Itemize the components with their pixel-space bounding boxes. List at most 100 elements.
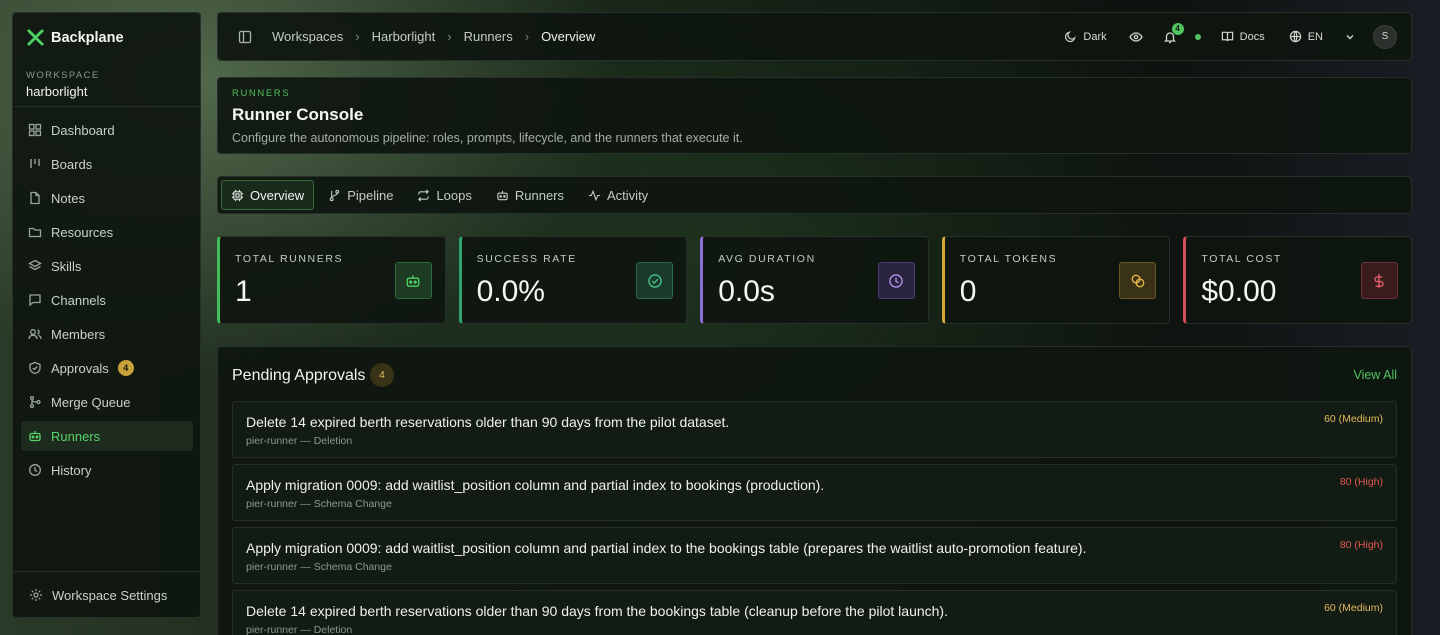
notification-count-badge: 4 [1171,22,1184,35]
dollar-icon [1360,262,1398,299]
approval-item[interactable]: Delete 14 expired berth reservations old… [232,401,1397,458]
sidebar-item-label: Members [51,326,106,342]
message-icon [28,293,42,307]
stat-value: 0.0% [476,275,545,308]
eye-icon[interactable] [1128,30,1143,44]
page-title: Runner Console [232,105,364,124]
language-selector[interactable]: EN [1289,30,1323,43]
breadcrumb-harborlight[interactable]: Harborlight [372,29,436,44]
topbar: Workspaces › Harborlight › Runners › Ove… [217,12,1412,61]
breadcrumb-overview: Overview [541,29,596,44]
file-icon [28,191,42,205]
stat-label: AVG DURATION [718,253,816,265]
breadcrumb-separator-icon: › [447,29,452,44]
approval-description: Apply migration 0009: add waitlist_posit… [246,540,1087,556]
workspace-label: WORKSPACE [26,70,100,81]
tab-pipeline[interactable]: Pipeline [318,180,403,210]
stat-card-avg-duration: AVG DURATION 0.0s [700,236,929,324]
sidebar-item-boards[interactable]: Boards [21,149,193,179]
folder-icon [28,225,42,239]
tab-loops[interactable]: Loops [407,180,481,210]
robot-icon [28,429,42,443]
sidebar-item-resources[interactable]: Resources [21,217,193,247]
sidebar-toggle-icon[interactable] [238,30,252,44]
sidebar-item-label: History [51,462,92,478]
stat-card-total-cost: TOTAL COST $0.00 [1183,236,1412,324]
docs-button[interactable]: Docs [1221,30,1265,43]
sidebar-item-merge-queue[interactable]: Merge Queue [21,387,193,417]
sidebar-item-skills[interactable]: Skills [21,251,193,281]
globe-icon [1289,30,1302,43]
approvals-list: Delete 14 expired berth reservations old… [232,401,1397,635]
risk-badge: 80 (High) [1339,539,1383,551]
view-all-link[interactable]: View All [1353,368,1397,382]
shield-check-icon [28,361,42,375]
breadcrumb-workspaces[interactable]: Workspaces [272,29,343,44]
git-merge-icon [28,395,42,409]
sidebar-item-label: Notes [51,190,85,206]
approval-description: Apply migration 0009: add waitlist_posit… [246,477,825,493]
stat-label: TOTAL COST [1201,253,1282,265]
tab-label: Overview [250,187,305,203]
stat-value: $0.00 [1201,275,1277,308]
pending-approvals-count-badge: 4 [370,363,394,387]
tab-label: Pipeline [347,187,394,203]
workspace-settings-label: Workspace Settings [52,587,168,603]
language-label: EN [1307,30,1323,43]
sidebar-item-runners[interactable]: Runners [21,421,193,451]
brand-name: Backplane [51,29,124,46]
cpu-icon [231,189,244,202]
workspace-name[interactable]: harborlight [26,84,87,99]
repeat-icon [417,189,430,202]
risk-badge: 80 (High) [1339,476,1383,488]
avatar[interactable]: S [1373,24,1397,49]
sidebar-nav: Dashboard Boards Notes Resources Skills … [21,115,193,489]
sidebar-item-label: Merge Queue [51,394,131,410]
clock-icon [877,262,915,299]
stat-value: 0.0s [718,275,775,308]
book-icon [1221,30,1234,43]
tab-activity[interactable]: Activity [578,180,658,210]
check-circle-icon [636,262,674,299]
gear-icon [29,588,43,602]
stat-value: 0 [959,275,977,308]
page-eyebrow: RUNNERS [232,88,291,99]
approval-item[interactable]: Apply migration 0009: add waitlist_posit… [232,464,1397,521]
stat-value: 1 [235,275,252,308]
sidebar-divider [13,106,200,107]
sidebar-item-label: Runners [51,428,101,444]
approval-item[interactable]: Apply migration 0009: add waitlist_posit… [232,527,1397,584]
stat-label: TOTAL TOKENS [959,253,1058,265]
tab-overview[interactable]: Overview [221,180,315,210]
chevron-down-icon[interactable] [1345,32,1355,42]
stat-card-total-runners: TOTAL RUNNERS 1 [217,236,446,324]
sidebar: Backplane WORKSPACE harborlight Dashboar… [12,12,201,618]
approval-meta: pier-runner — Deletion [246,624,353,635]
robot-icon [394,262,432,299]
sidebar-item-history[interactable]: History [21,455,193,485]
approval-meta: pier-runner — Schema Change [246,498,392,510]
notifications-button[interactable]: 4 [1163,22,1184,44]
stat-card-success-rate: SUCCESS RATE 0.0% [458,236,688,324]
sidebar-item-approvals[interactable]: Approvals 4 [21,353,193,383]
workspace-settings-link[interactable]: Workspace Settings [22,580,192,610]
theme-toggle-button[interactable]: Dark [1064,30,1107,43]
approval-description: Delete 14 expired berth reservations old… [246,603,948,619]
sidebar-item-dashboard[interactable]: Dashboard [21,115,193,145]
layers-icon [28,259,42,273]
pending-approvals-panel: Pending Approvals 4 View All Delete 14 e… [217,346,1412,635]
tab-runners[interactable]: Runners [486,180,574,210]
activity-icon [588,189,601,202]
sidebar-item-label: Channels [51,292,106,308]
sidebar-item-notes[interactable]: Notes [21,183,193,213]
pending-approvals-title: Pending Approvals [232,367,366,384]
sidebar-item-members[interactable]: Members [21,319,193,349]
users-icon [28,327,42,341]
brand[interactable]: Backplane [26,28,124,47]
online-status-dot [1194,33,1201,40]
approval-item[interactable]: Delete 14 expired berth reservations old… [232,590,1397,635]
breadcrumb-runners[interactable]: Runners [464,29,513,44]
risk-badge: 60 (Medium) [1324,413,1383,425]
sidebar-item-label: Approvals [51,360,109,376]
sidebar-item-channels[interactable]: Channels [21,285,193,315]
